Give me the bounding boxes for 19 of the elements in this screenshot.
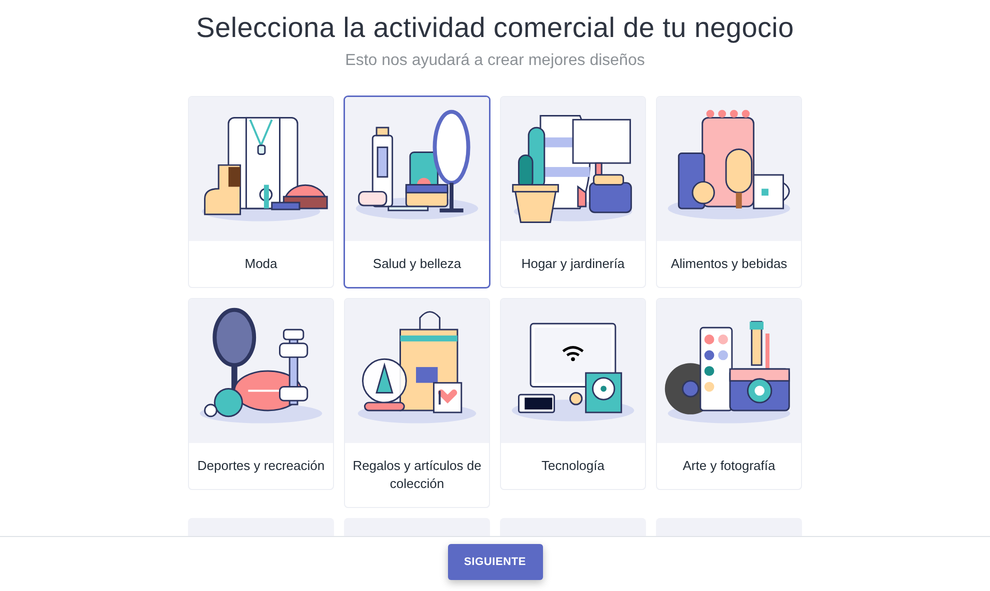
category-label: Arte y fotografía	[682, 457, 776, 475]
category-card[interactable]: Regalos y artículos de colección	[344, 298, 490, 508]
category-card[interactable]: Deportes y recreación	[188, 298, 334, 490]
category-label: Tecnología	[542, 457, 604, 475]
category-card[interactable]: Tecnología	[500, 298, 646, 490]
category-card[interactable]: Hogar y jardinería	[500, 96, 646, 288]
next-button[interactable]: SIGUIENTE	[448, 544, 542, 580]
category-card[interactable]: Alimentos y bebidas	[656, 96, 802, 288]
page-title: Selecciona la actividad comercial de tu negocio	[196, 12, 794, 44]
category-card[interactable]: Arte y fotografía	[656, 298, 802, 490]
category-label: Salud y belleza	[372, 255, 462, 273]
page-subtitle: Esto nos ayudará a crear mejores diseños	[345, 52, 645, 70]
category-label: Alimentos y bebidas	[670, 255, 788, 273]
category-card[interactable]: Salud y belleza	[344, 96, 490, 288]
category-card[interactable]: Moda	[188, 96, 334, 288]
category-label: Moda	[244, 255, 278, 273]
category-label: Regalos y artículos de colección	[352, 457, 482, 493]
category-label: Hogar y jardinería	[521, 255, 625, 273]
category-label: Deportes y recreación	[197, 457, 325, 475]
